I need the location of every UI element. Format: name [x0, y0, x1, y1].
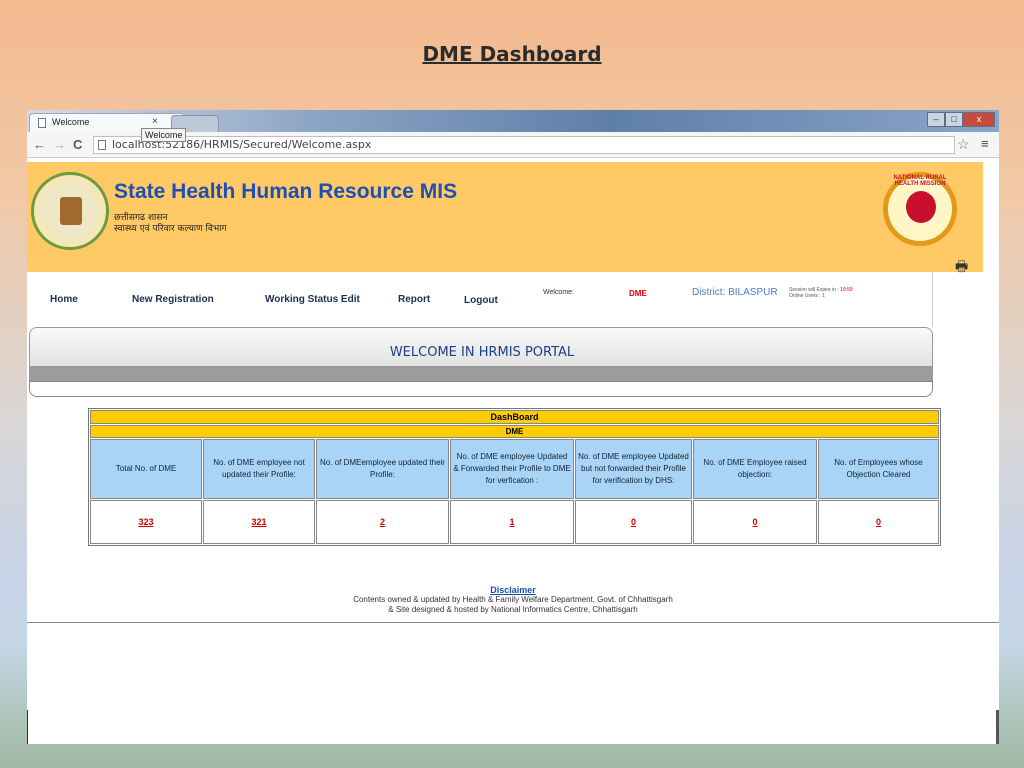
back-arrow-icon[interactable]: ←: [33, 137, 46, 152]
left-edge: [27, 710, 28, 744]
browser-window: Welcome × – □ x Welcome ← → C localhost:…: [27, 110, 999, 744]
disclaimer-link[interactable]: Disclaimer: [27, 585, 999, 595]
site-title: State Health Human Resource MIS: [114, 180, 458, 203]
nrhm-logo-text: NATIONAL RURAL HEALTH MISSION: [893, 175, 947, 187]
scrollbar-edge[interactable]: [996, 710, 999, 744]
table-cell: 0: [693, 500, 817, 544]
subtitle-line-1: छत्तीसगढ शासन: [114, 213, 168, 223]
column-header: No. of DME Employee raised objection:: [693, 439, 817, 499]
slide-title: DME Dashboard: [422, 42, 602, 66]
minimize-button[interactable]: –: [927, 112, 945, 127]
session-info: Session will Expire in : 19:59 Online Us…: [789, 287, 853, 299]
welcome-banner: WELCOME IN HRMIS PORTAL: [29, 327, 933, 367]
tab-title: Welcome: [52, 117, 90, 127]
session-time: 19:59: [840, 287, 853, 293]
user-name: DME: [629, 289, 647, 298]
reload-icon[interactable]: C: [73, 137, 82, 152]
nav-new-registration[interactable]: New Registration: [132, 294, 214, 305]
value-link-not-forwarded[interactable]: 0: [631, 517, 636, 527]
footer-line-1: Contents owned & updated by Health & Fam…: [353, 595, 673, 604]
column-header: No. of DME employee Updated & Forwarded …: [450, 439, 574, 499]
value-link-forwarded[interactable]: 1: [509, 517, 514, 527]
bookmark-star-icon[interactable]: ☆: [957, 136, 970, 153]
menu-icon[interactable]: ≡: [981, 136, 989, 151]
value-link-updated[interactable]: 2: [380, 517, 385, 527]
tab-close-icon[interactable]: ×: [152, 116, 158, 127]
nav-working-status-edit[interactable]: Working Status Edit: [265, 294, 360, 305]
value-link-objection-cleared[interactable]: 0: [876, 517, 881, 527]
tab-tooltip: Welcome: [141, 128, 187, 142]
table-row: 323 321 2 1 0 0 0: [90, 500, 939, 544]
nav-logout[interactable]: Logout: [464, 295, 498, 306]
dashboard-table: DashBoard DME Total No. of DME No. of DM…: [88, 408, 941, 546]
column-header: Total No. of DME: [90, 439, 202, 499]
close-button[interactable]: x: [963, 112, 995, 127]
page-footer: Disclaimer Contents owned & updated by H…: [27, 585, 999, 615]
table-cell: 323: [90, 500, 202, 544]
district-label: District: BILASPUR: [692, 287, 778, 298]
site-subtitle: छत्तीसगढ शासन स्वास्थ्य एवं परिवार कल्या…: [114, 213, 227, 235]
column-header: No. of Employees whose Objection Cleared: [818, 439, 939, 499]
table-cell: 0: [575, 500, 692, 544]
table-cell: 1: [450, 500, 574, 544]
content-top-border: [29, 381, 933, 397]
state-emblem-logo: [31, 172, 109, 250]
table-header-row: Total No. of DME No. of DME employee not…: [90, 439, 939, 499]
nrhm-logo: NATIONAL RURAL HEALTH MISSION: [883, 172, 957, 246]
footer-line-2: & Site designed & hosted by National Inf…: [388, 605, 638, 614]
dashboard-title: DashBoard: [90, 410, 939, 424]
table-cell: 0: [818, 500, 939, 544]
page-icon: [38, 118, 46, 128]
online-users: Online Users : 1: [789, 293, 825, 299]
value-link-objection[interactable]: 0: [752, 517, 757, 527]
maximize-button[interactable]: □: [945, 112, 963, 127]
subtitle-line-2: स्वास्थ्य एवं परिवार कल्याण विभाग: [114, 224, 227, 234]
dashboard-subtitle: DME: [90, 425, 939, 438]
page-bottom-border: [27, 622, 999, 623]
column-header: No. of DME employee not updated their Pr…: [203, 439, 315, 499]
value-link-total[interactable]: 323: [138, 517, 153, 527]
table-cell: 2: [316, 500, 449, 544]
nav-bar: Home New Registration Working Status Edi…: [27, 272, 933, 327]
divider-band: [29, 367, 933, 381]
nav-home[interactable]: Home: [50, 294, 78, 305]
nav-report[interactable]: Report: [398, 294, 430, 305]
column-header: No. of DME employee Updated but not forw…: [575, 439, 692, 499]
url-field[interactable]: localhost:52186/HRMIS/Secured/Welcome.as…: [93, 136, 955, 154]
site-header: State Health Human Resource MIS छत्तीसगढ…: [27, 162, 983, 272]
printer-icon[interactable]: 🖶: [955, 256, 968, 280]
welcome-label: Welcome:: [543, 289, 574, 296]
table-cell: 321: [203, 500, 315, 544]
value-link-not-updated[interactable]: 321: [251, 517, 266, 527]
welcome-banner-text: WELCOME IN HRMIS PORTAL: [389, 345, 575, 360]
column-header: No. of DMEemployee updated their Profile…: [316, 439, 449, 499]
forward-arrow-icon[interactable]: →: [53, 137, 66, 152]
window-controls: – □ x: [927, 112, 995, 128]
page-icon: [98, 140, 106, 150]
